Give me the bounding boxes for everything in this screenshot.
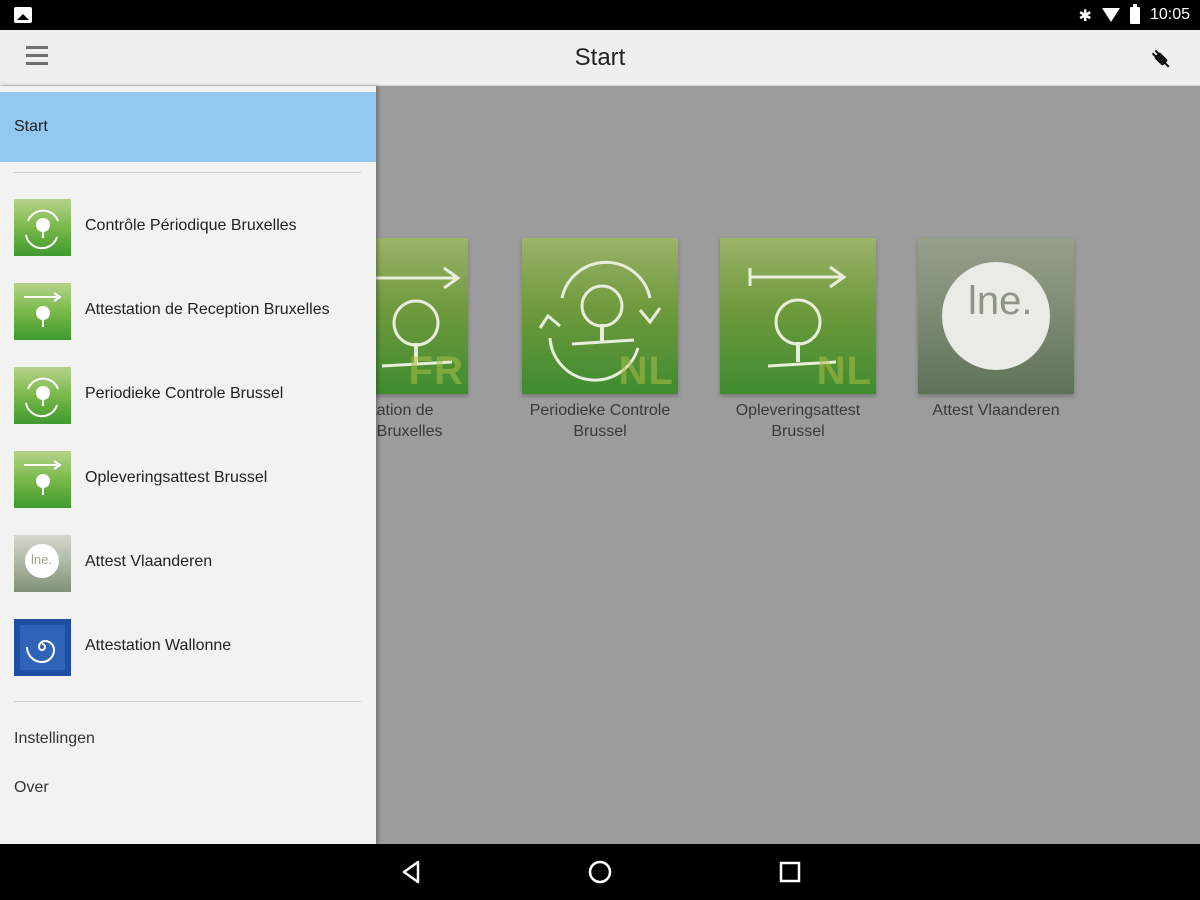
recents-icon[interactable] bbox=[776, 858, 804, 886]
start-grid: FR ttestation deption Bruxelles NL Perio… bbox=[376, 86, 1200, 844]
tile-language-tag: NL bbox=[618, 349, 674, 393]
drawer-link-over[interactable]: Over bbox=[14, 779, 49, 797]
svg-text:lne.: lne. bbox=[968, 279, 1033, 323]
tile-language-tag: NL bbox=[816, 349, 872, 393]
lne-logo-icon: lne. bbox=[14, 535, 71, 592]
arrow-tree-icon bbox=[14, 283, 71, 340]
page-title: Start bbox=[574, 44, 626, 71]
drawer-link-instellingen[interactable]: Instellingen bbox=[14, 730, 95, 748]
bluetooth-icon: ✱ bbox=[1078, 5, 1092, 25]
status-icons: ✱ 10:05 bbox=[1079, 0, 1190, 30]
drawer-item-periodieke-controle[interactable]: Periodieke Controle Brussel bbox=[0, 353, 376, 437]
system-nav-bar bbox=[0, 844, 1200, 900]
cycle-tree-icon bbox=[14, 199, 71, 256]
tile-periodieke-controle[interactable]: NL Periodieke Controle Brussel bbox=[510, 238, 690, 442]
wifi-icon bbox=[1101, 8, 1120, 22]
drawer-item-opleveringsattest[interactable]: Opleveringsattest Brussel bbox=[0, 437, 376, 521]
arrow-tree-icon bbox=[14, 451, 71, 508]
spiral-logo-icon bbox=[14, 619, 71, 676]
home-icon[interactable] bbox=[586, 858, 614, 886]
hamburger-menu-icon[interactable] bbox=[26, 46, 54, 70]
lne-logo-icon: lne. bbox=[918, 238, 1074, 394]
arrow-tree-icon: NL bbox=[720, 238, 876, 394]
drawer-item-attest-vlaanderen[interactable]: lne. Attest Vlaanderen bbox=[0, 521, 376, 605]
status-bar: ✱ 10:05 bbox=[0, 0, 1200, 30]
app-bar: Start bbox=[0, 30, 1200, 86]
tile-opleveringsattest[interactable]: NL Opleveringsattest Brussel bbox=[708, 238, 888, 442]
tile-label: Opleveringsattest Brussel bbox=[735, 402, 861, 440]
divider bbox=[14, 701, 361, 702]
back-icon[interactable] bbox=[398, 858, 426, 886]
plug-icon[interactable] bbox=[1148, 46, 1174, 72]
tile-attestation-reception[interactable]: FR ttestation deption Bruxelles bbox=[376, 238, 480, 442]
tile-language-tag: FR bbox=[408, 349, 464, 393]
arrow-tree-icon: FR bbox=[376, 238, 468, 394]
cycle-tree-icon: NL bbox=[522, 238, 678, 394]
battery-icon bbox=[1129, 3, 1140, 24]
drawer-item-attestation-wallonne[interactable]: Attestation Wallonne bbox=[0, 605, 376, 689]
drawer-item-label: Attestation de Reception Bruxelles bbox=[85, 301, 330, 318]
drawer-item-label: Opleveringsattest Brussel bbox=[85, 469, 268, 486]
tile-label: Periodieke Controle Brussel bbox=[529, 402, 671, 440]
divider bbox=[14, 172, 361, 173]
tile-label: Attest Vlaanderen bbox=[932, 402, 1060, 419]
drawer-item-attestation-reception[interactable]: Attestation de Reception Bruxelles bbox=[0, 269, 376, 353]
clock: 10:05 bbox=[1149, 6, 1190, 23]
tile-attest-vlaanderen[interactable]: lne. Attest Vlaanderen bbox=[906, 238, 1086, 421]
drawer-item-label: Contrôle Périodique Bruxelles bbox=[85, 217, 297, 234]
svg-text:lne.: lne. bbox=[31, 552, 52, 567]
drawer-item-label: Attest Vlaanderen bbox=[85, 553, 213, 570]
drawer-item-label: Attestation Wallonne bbox=[85, 637, 232, 654]
drawer-item-label: Periodieke Controle Brussel bbox=[85, 385, 284, 402]
drawer-item-start[interactable]: Start bbox=[0, 92, 376, 162]
tile-label: ttestation deption Bruxelles bbox=[376, 402, 443, 440]
drawer-item-label: Start bbox=[14, 118, 48, 135]
drawer-item-controle-periodique[interactable]: Contrôle Périodique Bruxelles bbox=[0, 185, 376, 269]
cycle-tree-icon bbox=[14, 367, 71, 424]
navigation-drawer: Start Contrôle Périodique Bruxelles Atte… bbox=[0, 86, 376, 844]
gallery-icon bbox=[14, 7, 32, 23]
